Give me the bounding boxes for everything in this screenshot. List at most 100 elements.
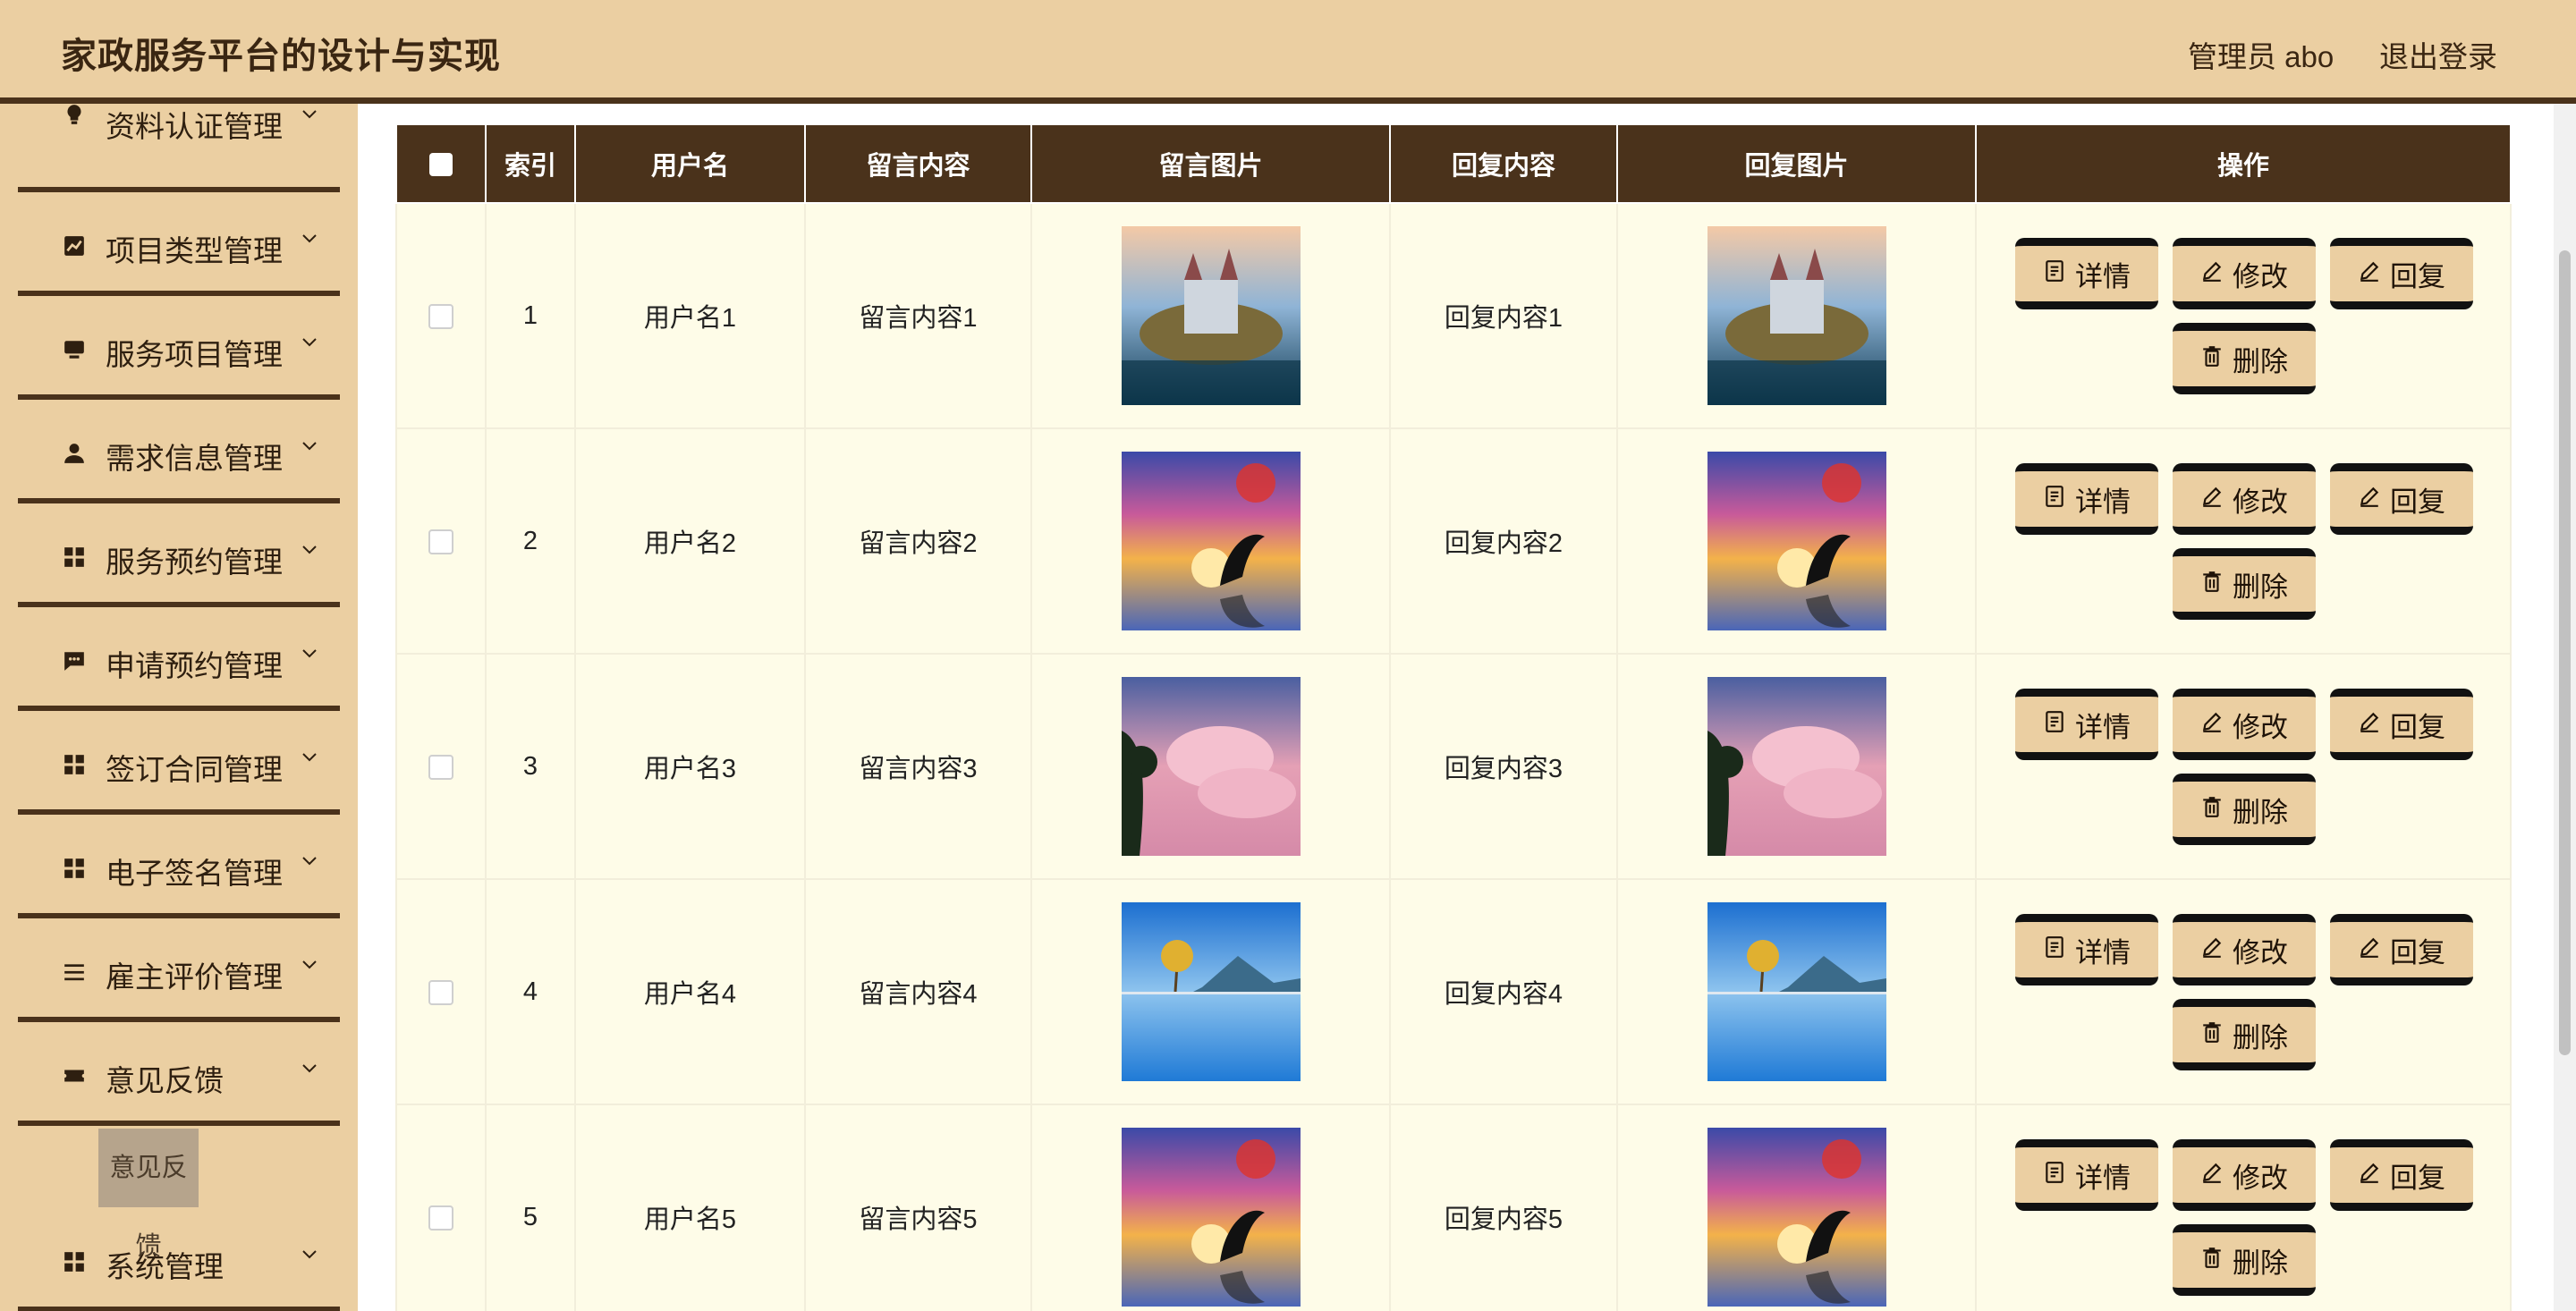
reply-button-label: 回复 (2390, 711, 2445, 743)
cell-message-image (1030, 1104, 1391, 1311)
sidebar-item-label: 需求信息管理 (106, 442, 283, 475)
cell-username: 用户名5 (574, 1104, 806, 1311)
chevron-down-icon (302, 234, 317, 243)
row-checkbox[interactable] (428, 1205, 453, 1231)
message-image[interactable] (1121, 226, 1301, 405)
reply-icon (2358, 934, 2381, 966)
reply-image[interactable] (1707, 677, 1886, 856)
edit-icon (2200, 483, 2224, 515)
edit-button[interactable]: 修改 (2173, 238, 2316, 309)
sidebar-item-label: 服务预约管理 (106, 546, 283, 579)
bulb-icon (63, 104, 86, 126)
column-header-message[interactable]: 留言内容 (804, 123, 1032, 204)
column-header-reply-image[interactable]: 回复图片 (1616, 123, 1977, 204)
table-row[interactable]: 5 用户名5 留言内容5 回复内容5 详情 修改 回复 删除 (395, 1104, 2512, 1311)
sidebar: 资料认证管理 项目类型管理 服务项目管理 需求信息管理 服务预约管理 申请预约管理 签订合同… (0, 104, 358, 1311)
delete-button[interactable]: 删除 (2173, 1224, 2316, 1296)
detail-button-label: 详情 (2075, 1162, 2131, 1194)
row-checkbox[interactable] (428, 303, 453, 329)
reply-button[interactable]: 回复 (2330, 1139, 2473, 1211)
detail-button[interactable]: 详情 (2015, 689, 2158, 760)
table-row[interactable]: 4 用户名4 留言内容4 回复内容4 详情 修改 回复 删除 (395, 878, 2512, 1105)
message-image[interactable] (1121, 677, 1301, 856)
reply-image[interactable] (1707, 902, 1886, 1081)
column-header-reply[interactable]: 回复内容 (1389, 123, 1618, 204)
detail-button[interactable]: 详情 (2015, 914, 2158, 985)
chevron-down-icon (302, 338, 317, 347)
delete-button-label: 删除 (2233, 1021, 2288, 1053)
sidebar-item-profile-cert[interactable]: 资料认证管理 (0, 104, 358, 188)
column-header-index[interactable]: 索引 (485, 123, 576, 204)
chevron-down-icon (302, 960, 317, 969)
column-header-message-image[interactable]: 留言图片 (1030, 123, 1391, 204)
reply-button[interactable]: 回复 (2330, 689, 2473, 760)
select-all-checkbox[interactable] (429, 152, 453, 176)
row-select-cell (395, 1104, 487, 1311)
row-checkbox[interactable] (428, 529, 453, 554)
reply-button[interactable]: 回复 (2330, 238, 2473, 309)
sidebar-item-label: 电子签名管理 (106, 857, 283, 890)
edit-button[interactable]: 修改 (2173, 914, 2316, 985)
delete-icon (2200, 343, 2224, 375)
delete-button[interactable]: 删除 (2173, 323, 2316, 394)
chevron-down-icon (302, 857, 317, 866)
chevron-down-icon (302, 110, 317, 119)
row-checkbox[interactable] (428, 979, 453, 1005)
edit-button-label: 修改 (2233, 936, 2288, 968)
row-checkbox[interactable] (428, 754, 453, 780)
delete-button[interactable]: 删除 (2173, 999, 2316, 1070)
edit-button-label: 修改 (2233, 486, 2288, 518)
reply-image[interactable] (1707, 226, 1886, 405)
cell-reply-image (1616, 1104, 1977, 1311)
detail-button[interactable]: 详情 (2015, 463, 2158, 535)
user-icon (63, 442, 86, 465)
reply-button[interactable]: 回复 (2330, 463, 2473, 535)
submenu-item-feedback[interactable]: 意见反馈 (98, 1129, 199, 1261)
menu-divider (18, 602, 340, 607)
delete-button[interactable]: 删除 (2173, 774, 2316, 845)
cell-message-image (1030, 427, 1391, 655)
message-image[interactable] (1121, 902, 1301, 1081)
table-row[interactable]: 2 用户名2 留言内容2 回复内容2 详情 修改 回复 删除 (395, 427, 2512, 655)
edit-icon (2200, 708, 2224, 740)
cell-actions: 详情 修改 回复 删除 (1975, 1104, 2512, 1311)
reply-button[interactable]: 回复 (2330, 914, 2473, 985)
chevron-down-icon (302, 1250, 317, 1259)
select-all-cell (395, 123, 487, 204)
detail-icon (2043, 258, 2066, 290)
cell-reply-image (1616, 878, 1977, 1105)
logout-link[interactable]: 退出登录 (2379, 33, 2497, 76)
delete-icon (2200, 793, 2224, 825)
detail-button[interactable]: 详情 (2015, 1139, 2158, 1211)
delete-button[interactable]: 删除 (2173, 548, 2316, 620)
message-image[interactable] (1121, 452, 1301, 630)
cell-reply: 回复内容4 (1389, 878, 1618, 1105)
table-row[interactable]: 3 用户名3 留言内容3 回复内容3 详情 修改 回复 删除 (395, 653, 2512, 880)
ticket-icon (63, 1064, 86, 1087)
row-select-cell (395, 202, 487, 429)
cell-username: 用户名1 (574, 202, 806, 429)
reply-image[interactable] (1707, 1128, 1886, 1307)
edit-button[interactable]: 修改 (2173, 1139, 2316, 1211)
table-row[interactable]: 1 用户名1 留言内容1 回复内容1 详情 修改 回复 删除 (395, 202, 2512, 429)
cell-message: 留言内容4 (804, 878, 1032, 1105)
edit-button[interactable]: 修改 (2173, 463, 2316, 535)
menu-divider (18, 1017, 340, 1022)
cell-index: 3 (485, 653, 576, 880)
sidebar-item-system[interactable]: 系统管理 (0, 1223, 358, 1311)
top-header: 家政服务平台的设计与实现 管理员 abo 退出登录 (0, 0, 2576, 104)
delete-icon (2200, 568, 2224, 600)
chevron-down-icon (302, 753, 317, 762)
chat-icon (63, 649, 86, 672)
reply-image[interactable] (1707, 452, 1886, 630)
column-header-username[interactable]: 用户名 (574, 123, 806, 204)
detail-button-label: 详情 (2075, 711, 2131, 743)
edit-button[interactable]: 修改 (2173, 689, 2316, 760)
edit-button-label: 修改 (2233, 1162, 2288, 1194)
cell-message: 留言内容2 (804, 427, 1032, 655)
message-image[interactable] (1121, 1128, 1301, 1307)
edit-button-label: 修改 (2233, 711, 2288, 743)
cell-message: 留言内容3 (804, 653, 1032, 880)
scrollbar-thumb[interactable] (2559, 250, 2571, 1055)
detail-button[interactable]: 详情 (2015, 238, 2158, 309)
